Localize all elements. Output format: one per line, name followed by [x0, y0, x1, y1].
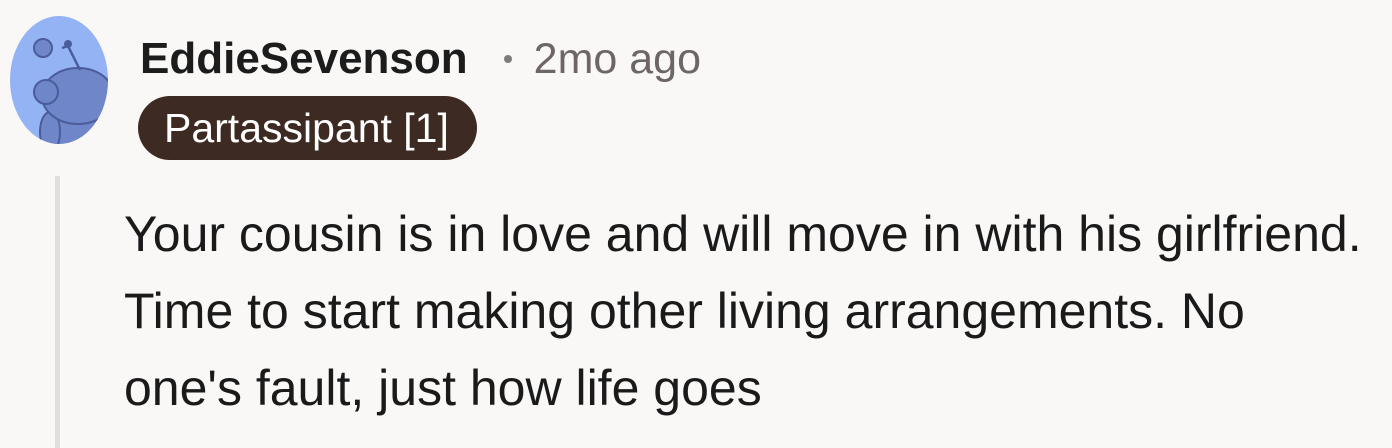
comment-meta: EddieSevenson 2mo ago: [140, 30, 701, 88]
separator-dot: [503, 55, 512, 63]
comment-timestamp[interactable]: 2mo ago: [534, 35, 701, 84]
user-avatar[interactable]: [10, 16, 108, 144]
user-flair: Partassipant [1]: [138, 96, 477, 160]
author-username[interactable]: EddieSevenson: [140, 34, 468, 84]
snoo-avatar-icon: [10, 16, 108, 144]
thread-line[interactable]: [55, 176, 60, 448]
comment: EddieSevenson 2mo ago Partassipant [1] Y…: [0, 0, 1392, 448]
comment-body: Your cousin is in love and will move in …: [124, 206, 1362, 416]
